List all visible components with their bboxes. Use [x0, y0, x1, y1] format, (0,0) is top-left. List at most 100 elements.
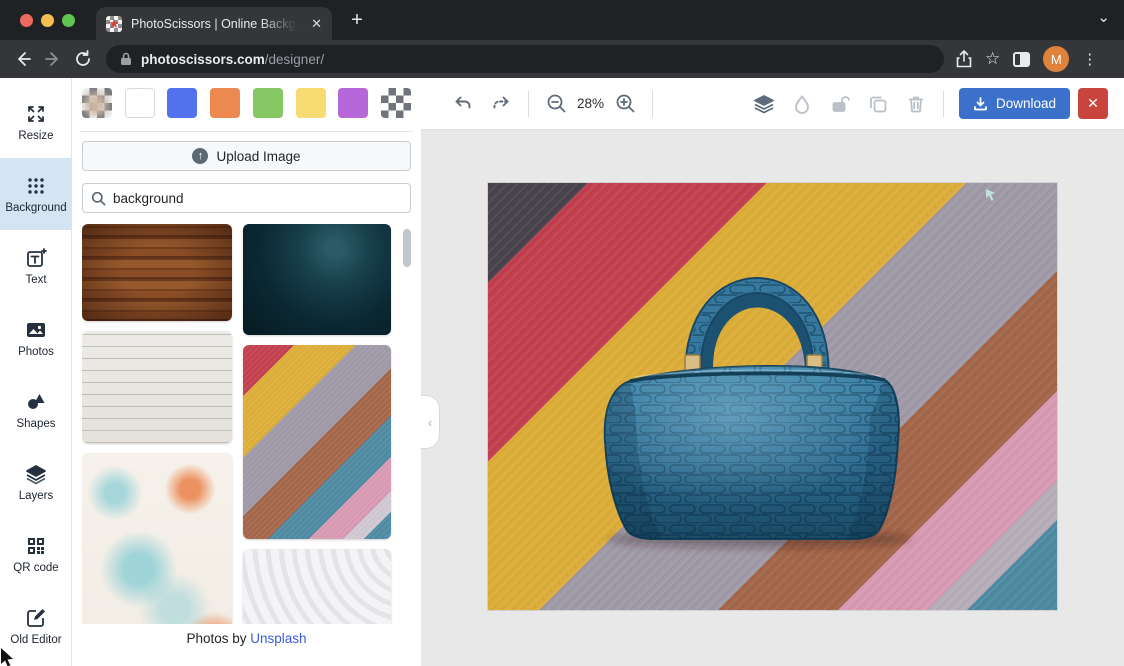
- photoscissors-favicon: ★: [106, 16, 122, 32]
- search-input[interactable]: [113, 191, 402, 206]
- unsplash-link[interactable]: Unsplash: [250, 631, 306, 646]
- swatch-yellow[interactable]: [296, 88, 326, 118]
- tab-close-icon[interactable]: ✕: [311, 16, 322, 32]
- panel-footer: Photos by Unsplash: [82, 631, 411, 646]
- artboard-image[interactable]: [488, 183, 1057, 610]
- handbag-image: [488, 183, 1057, 610]
- upload-image-button[interactable]: ↑ Upload Image: [82, 141, 411, 171]
- close-window-button[interactable]: [20, 14, 33, 27]
- share-icon[interactable]: [956, 50, 972, 68]
- old-editor-icon: [25, 607, 47, 629]
- swatch-green[interactable]: [253, 88, 283, 118]
- browser-tab[interactable]: ★ PhotoScissors | Online Backgro ✕: [96, 7, 332, 40]
- rail-label: Layers: [19, 490, 54, 502]
- tool-rail: Resize Background Text Photos Shapes Lay…: [0, 78, 72, 666]
- close-editor-button[interactable]: ✕: [1078, 88, 1108, 119]
- address-bar[interactable]: photoscissors.com/designer/: [106, 45, 944, 73]
- profile-avatar[interactable]: M: [1043, 46, 1069, 72]
- mouse-cursor: [0, 648, 14, 666]
- thumbnail-wood-planks[interactable]: [82, 224, 232, 321]
- editor-toolbar: 28%: [421, 78, 1124, 130]
- new-tab-button[interactable]: +: [344, 9, 370, 32]
- panel-collapse-handle[interactable]: ‹: [421, 395, 440, 449]
- editor-area: 28%: [421, 78, 1124, 666]
- tab-title-fade: [260, 7, 306, 40]
- rail-item-background[interactable]: Background: [0, 158, 72, 230]
- redo-icon[interactable]: [489, 92, 513, 116]
- layers-order-icon[interactable]: [752, 92, 776, 116]
- rail-item-shapes[interactable]: Shapes: [0, 374, 72, 446]
- rail-label: Background: [5, 202, 66, 214]
- upload-button-label: Upload Image: [216, 149, 300, 164]
- zoom-level: 28%: [577, 96, 604, 111]
- side-panel-icon[interactable]: [1013, 52, 1030, 67]
- undo-icon[interactable]: [451, 92, 475, 116]
- forward-icon[interactable]: [38, 44, 68, 74]
- browser-tab-strip: ★ PhotoScissors | Online Backgro ✕ + ⌄: [0, 0, 1124, 40]
- thumbnail-scrollbar[interactable]: [403, 229, 411, 267]
- url-path: /designer/: [265, 52, 324, 67]
- lock-icon: [120, 52, 132, 66]
- search-icon: [91, 191, 106, 206]
- zoom-window-button[interactable]: [62, 14, 75, 27]
- rail-label: Shapes: [16, 418, 55, 430]
- swatch-transparent-current[interactable]: [82, 88, 112, 118]
- footer-credit-text: Photos by: [186, 631, 246, 646]
- rail-item-text[interactable]: Text: [0, 230, 72, 302]
- background-thumbnails: [82, 224, 411, 624]
- rail-item-photos[interactable]: Photos: [0, 302, 72, 374]
- swatch-transparent[interactable]: [381, 88, 411, 118]
- upload-icon: ↑: [192, 148, 208, 164]
- rail-item-layers[interactable]: Layers: [0, 446, 72, 518]
- rail-item-resize[interactable]: Resize: [0, 86, 72, 158]
- photoscissors-app: Resize Background Text Photos Shapes Lay…: [0, 78, 1124, 666]
- canvas-workspace[interactable]: ‹: [421, 130, 1124, 666]
- unlock-icon[interactable]: [828, 92, 852, 116]
- thumbnail-striped-wood[interactable]: [243, 345, 391, 539]
- bookmark-star-icon[interactable]: ☆: [985, 49, 1000, 69]
- color-swatches: [82, 88, 411, 118]
- toolbar-divider: [652, 91, 653, 117]
- background-grid-icon: [25, 175, 47, 197]
- rail-label: Old Editor: [10, 634, 61, 646]
- toolbar-divider: [943, 91, 944, 117]
- swatch-blue[interactable]: [167, 88, 197, 118]
- reload-icon[interactable]: [68, 44, 98, 74]
- duplicate-icon[interactable]: [866, 92, 890, 116]
- swatch-white[interactable]: [125, 88, 155, 118]
- rail-label: Text: [25, 274, 46, 286]
- rail-label: Photos: [18, 346, 54, 358]
- thumbnail-dark-clouds[interactable]: [243, 224, 391, 335]
- rail-label: QR code: [13, 562, 58, 574]
- text-icon: [25, 247, 47, 269]
- url-domain: photoscissors.com: [141, 52, 265, 67]
- layers-icon: [25, 463, 47, 485]
- background-search[interactable]: [82, 183, 411, 213]
- panel-divider: [80, 131, 413, 132]
- download-button-label: Download: [996, 96, 1056, 111]
- tab-search-chevron-icon[interactable]: ⌄: [1097, 8, 1110, 26]
- resize-icon: [25, 103, 47, 125]
- zoom-out-icon[interactable]: [544, 92, 568, 116]
- swatch-orange[interactable]: [210, 88, 240, 118]
- thumbnail-white-waves[interactable]: [243, 549, 391, 624]
- download-button[interactable]: Download: [959, 88, 1070, 119]
- browser-menu-icon[interactable]: ⋮: [1082, 50, 1097, 68]
- zoom-in-icon[interactable]: [613, 92, 637, 116]
- rail-label: Resize: [18, 130, 53, 142]
- opacity-icon[interactable]: [790, 92, 814, 116]
- browser-url-bar: photoscissors.com/designer/ ☆ M ⋮: [0, 40, 1124, 78]
- traffic-lights: [20, 14, 75, 27]
- photo-cursor-artifact: [986, 189, 995, 201]
- thumbnail-watercolor[interactable]: [82, 453, 232, 624]
- delete-icon[interactable]: [904, 92, 928, 116]
- swatch-purple[interactable]: [338, 88, 368, 118]
- thumbnail-white-brick[interactable]: [82, 331, 232, 443]
- back-icon[interactable]: [8, 44, 38, 74]
- minimize-window-button[interactable]: [41, 14, 54, 27]
- shapes-icon: [25, 391, 47, 413]
- background-panel: ↑ Upload Image Photos by Unsplash: [72, 78, 421, 666]
- qr-code-icon: [25, 535, 47, 557]
- toolbar-divider: [528, 91, 529, 117]
- rail-item-qr-code[interactable]: QR code: [0, 518, 72, 590]
